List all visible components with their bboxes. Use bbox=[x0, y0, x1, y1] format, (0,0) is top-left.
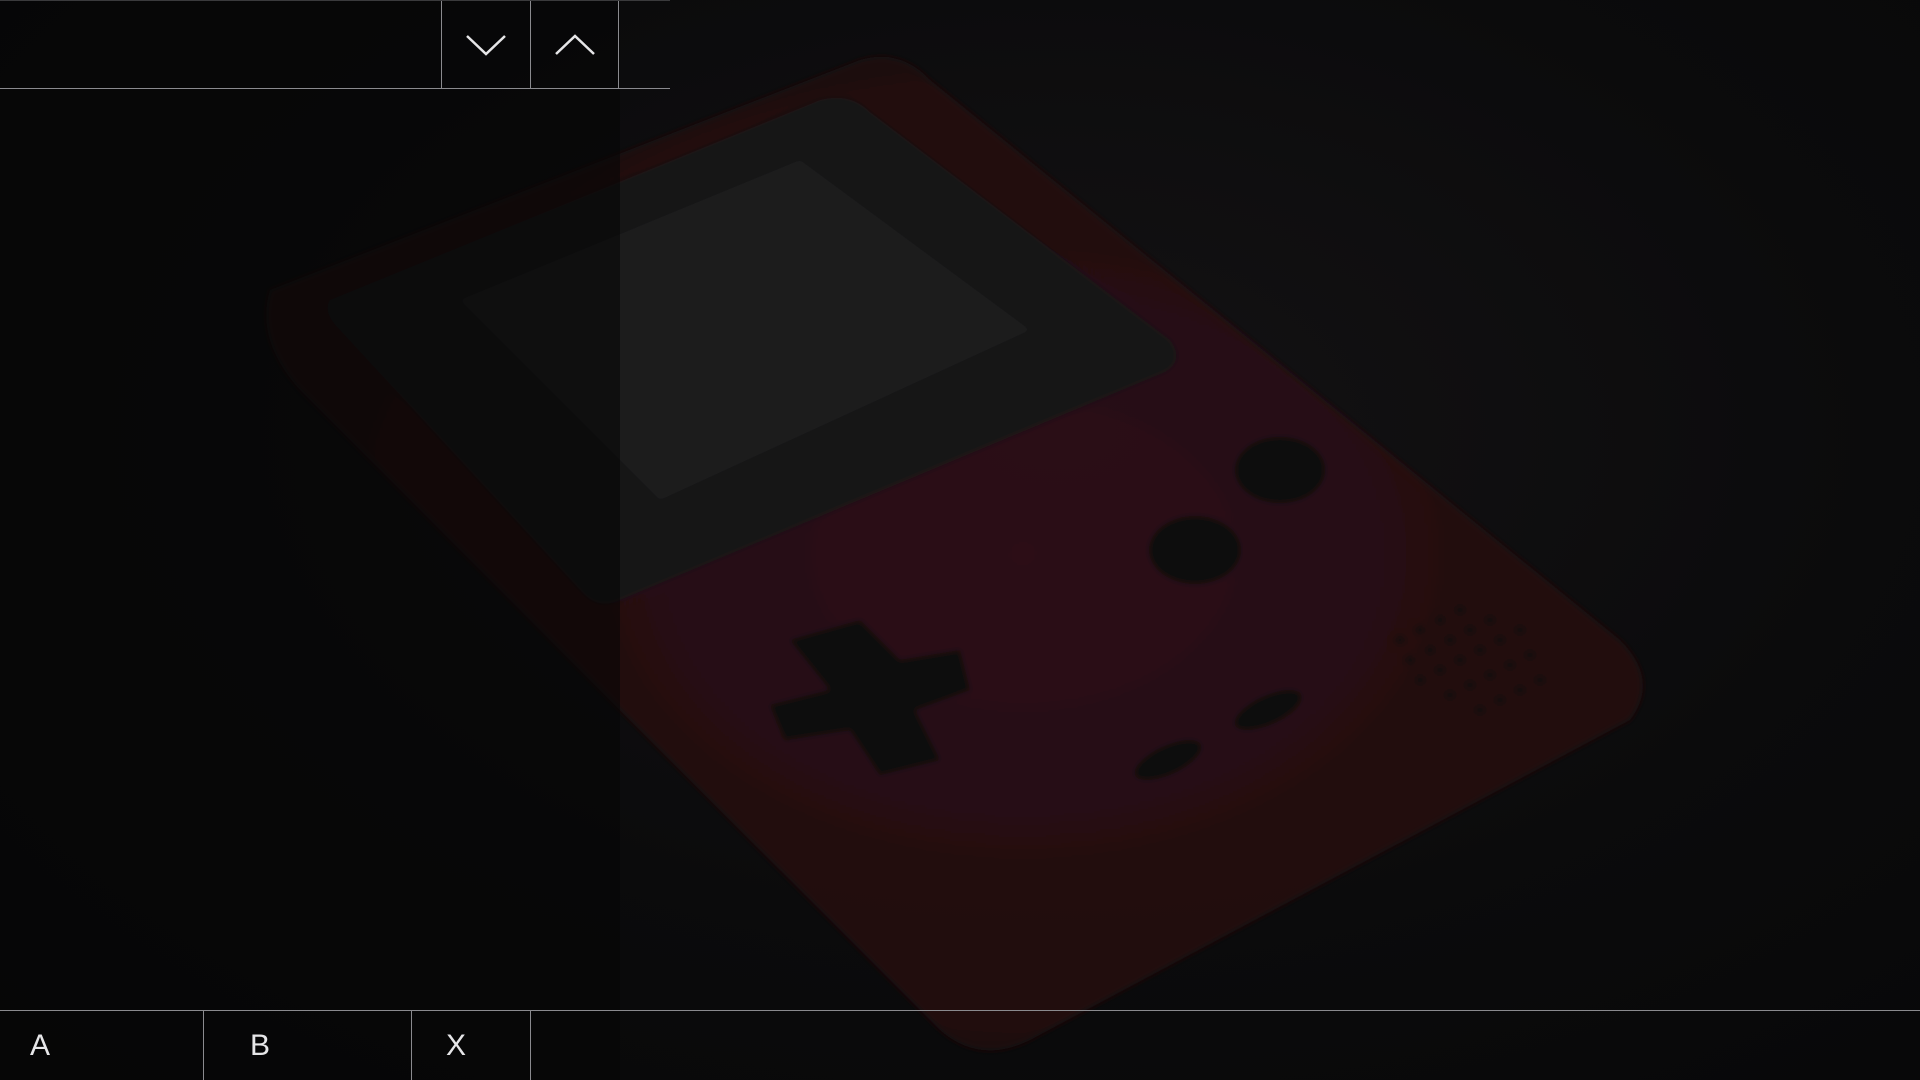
left-overlay-panel bbox=[0, 0, 620, 1080]
scroll-up-button[interactable] bbox=[530, 1, 619, 89]
chevron-down-icon bbox=[466, 35, 506, 56]
a-button[interactable]: A bbox=[0, 1011, 204, 1080]
top-bar-title bbox=[0, 1, 441, 89]
chevron-up-icon bbox=[554, 34, 595, 55]
a-button-label: A bbox=[30, 1029, 51, 1062]
bottom-bar: A B X bbox=[0, 1010, 1920, 1080]
scroll-down-button[interactable] bbox=[441, 1, 530, 89]
top-bar bbox=[0, 0, 670, 89]
b-button[interactable]: B bbox=[204, 1011, 412, 1080]
x-button[interactable]: X bbox=[412, 1011, 531, 1080]
app-screen: A B X bbox=[0, 0, 1920, 1080]
x-button-label: X bbox=[446, 1029, 467, 1062]
b-button-label: B bbox=[250, 1029, 271, 1062]
